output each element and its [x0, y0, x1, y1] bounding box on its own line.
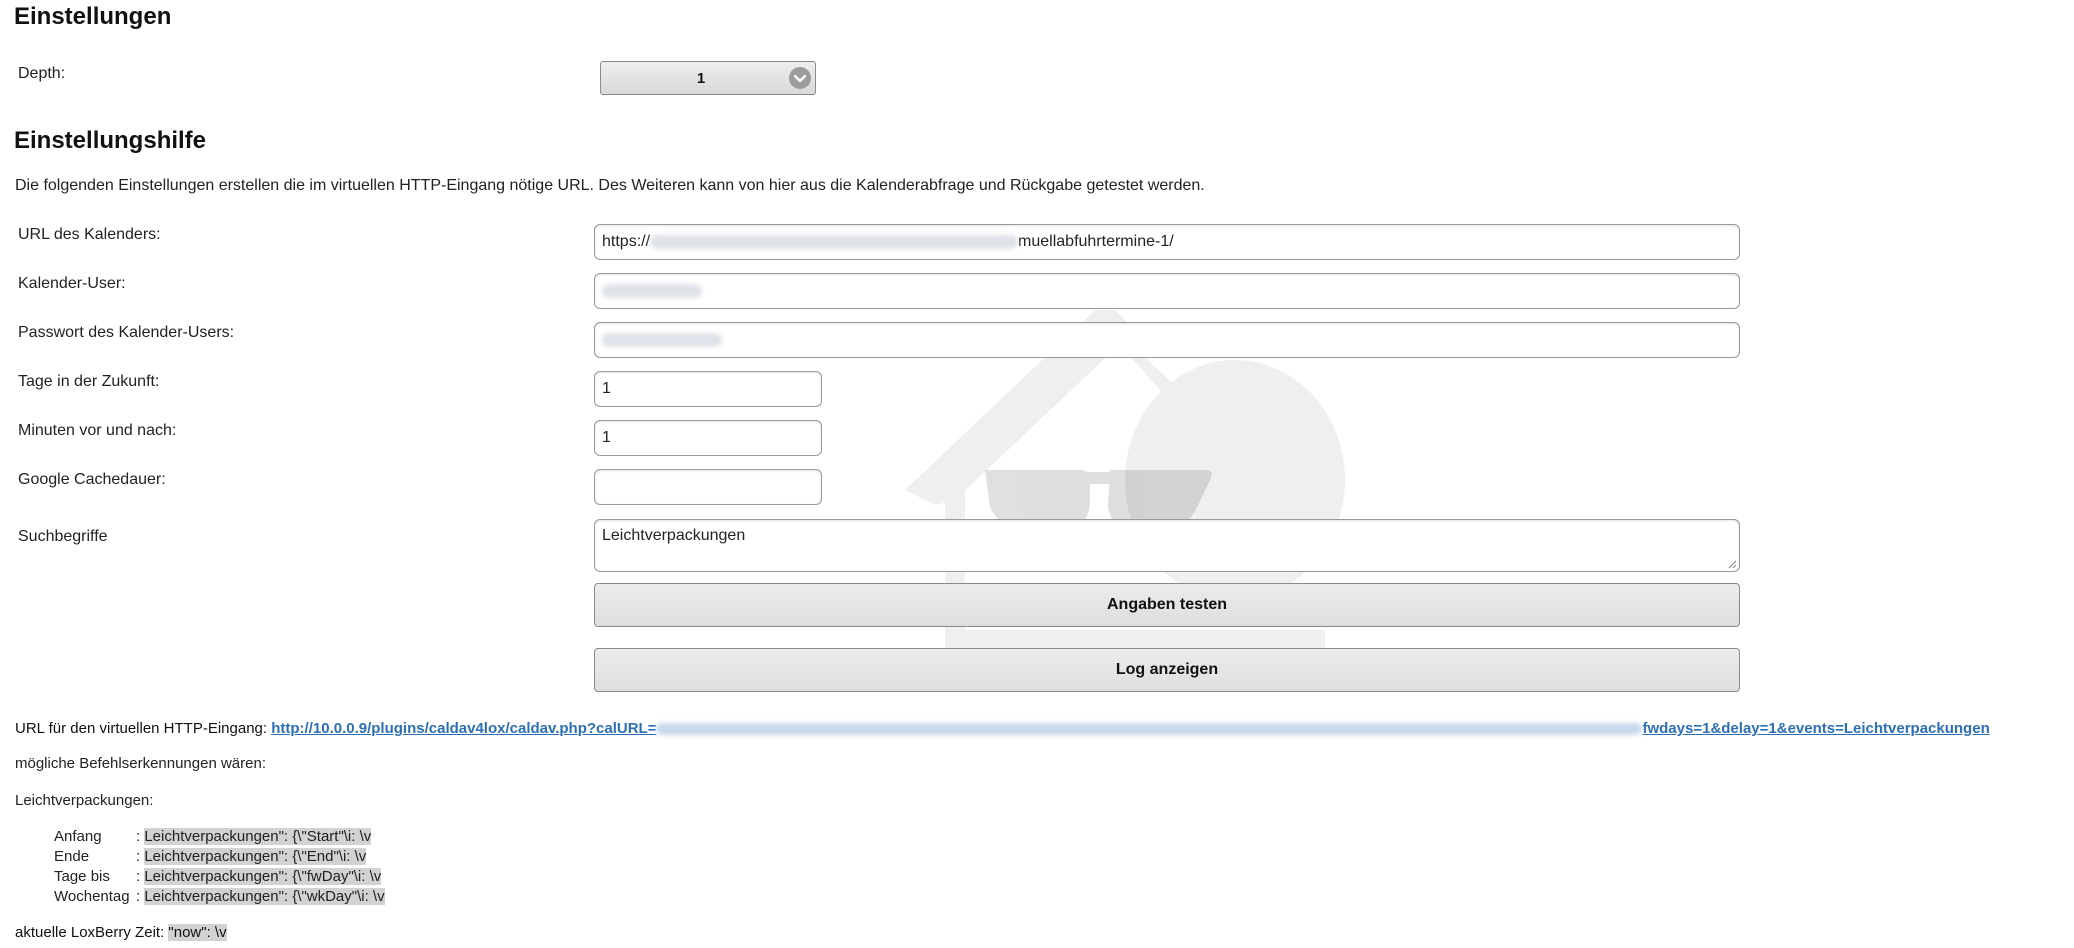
calendar-user-label: Kalender-User:	[18, 275, 126, 292]
minutes-offset-input[interactable]: 1	[594, 420, 822, 456]
google-cache-input[interactable]	[594, 469, 822, 505]
calendar-url-redacted	[650, 234, 1019, 249]
loxberry-time-value: "now": \v	[168, 924, 227, 941]
calendar-user-redacted	[602, 283, 702, 298]
recognition-code: Leichtverpackungen": {\"fwDay"\i: \v	[144, 868, 382, 885]
depth-label: Depth:	[18, 65, 66, 82]
calendar-password-redacted	[602, 332, 722, 347]
help-heading: Einstellungshilfe	[14, 127, 207, 154]
loxberry-time-label: aktuelle LoxBerry Zeit:	[15, 924, 165, 941]
calendar-password-label: Passwort des Kalender-Users:	[18, 324, 235, 341]
resize-handle-icon[interactable]	[1727, 559, 1737, 569]
search-terms-textarea[interactable]: Leichtverpackungen	[594, 519, 1740, 572]
test-settings-button[interactable]: Angaben testen	[594, 583, 1740, 627]
recognition-row-anfang: Anfang: Leichtverpackungen": {\"Start"\i…	[54, 828, 372, 845]
chevron-down-icon	[789, 67, 811, 89]
recognition-code: Leichtverpackungen": {\"wkDay"\i: \v	[144, 888, 385, 905]
recognition-row-ende: Ende: Leichtverpackungen": {\"End"\i: \v	[54, 848, 367, 865]
recognition-row-tage-bis: Tage bis: Leichtverpackungen": {\"fwDay"…	[54, 868, 382, 885]
google-cache-label: Google Cachedauer:	[18, 471, 166, 488]
days-future-label: Tage in der Zukunft:	[18, 373, 160, 390]
calendar-user-input[interactable]	[594, 273, 1740, 309]
search-terms-value: Leichtverpackungen	[602, 527, 746, 544]
show-log-button[interactable]: Log anzeigen	[594, 648, 1740, 692]
loxberry-time-line: aktuelle LoxBerry Zeit: "now": \v	[15, 924, 227, 941]
depth-select-value: 1	[696, 70, 706, 87]
recognitions-intro: mögliche Befehlserkennungen wären:	[15, 755, 266, 772]
days-future-input[interactable]: 1	[594, 371, 822, 407]
calendar-url-prefix: https://	[602, 233, 651, 250]
minutes-offset-label: Minuten vor und nach:	[18, 422, 177, 439]
recognition-code: Leichtverpackungen": {\"End"\i: \v	[144, 848, 367, 865]
http-input-url-label: URL für den virtuellen HTTP-Eingang:	[15, 720, 268, 737]
http-input-url-redacted	[656, 723, 1643, 736]
http-input-url-line: URL für den virtuellen HTTP-Eingang: htt…	[15, 720, 1990, 737]
intro-text: Die folgenden Einstellungen erstellen di…	[15, 177, 1205, 194]
calendar-url-suffix: muellabfuhrtermine-1/	[1018, 233, 1174, 250]
recognition-code: Leichtverpackungen": {\"Start"\i: \v	[144, 828, 372, 845]
settings-heading: Einstellungen	[14, 3, 172, 30]
calendar-url-label: URL des Kalenders:	[18, 226, 161, 243]
calendar-url-input[interactable]: https:// muellabfuhrtermine-1/	[594, 224, 1740, 260]
search-terms-label: Suchbegriffe	[18, 528, 108, 545]
recognition-row-wochentag: Wochentag: Leichtverpackungen": {\"wkDay…	[54, 888, 385, 905]
depth-select[interactable]: 1	[600, 61, 816, 95]
http-input-url-link[interactable]: http://10.0.0.9/plugins/caldav4lox/calda…	[271, 720, 1990, 737]
recognitions-group-label: Leichtverpackungen:	[15, 792, 154, 809]
calendar-password-input[interactable]	[594, 322, 1740, 358]
